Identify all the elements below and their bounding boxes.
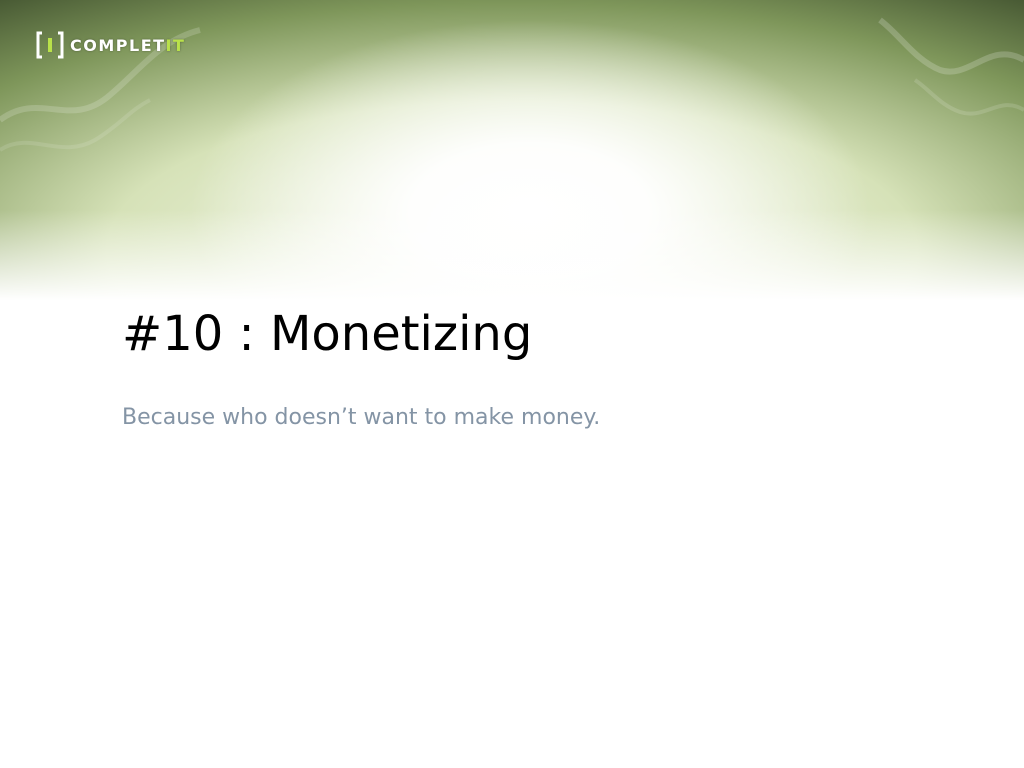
logo-wordmark: COMPLETIT xyxy=(70,36,185,55)
slide-title: #10 : Monetizing xyxy=(122,306,533,362)
logo-bracket-icon xyxy=(36,31,64,59)
slide-subtitle: Because who doesn’t want to make money. xyxy=(122,405,601,430)
logo-wordmark-main: COMPLET xyxy=(70,35,166,55)
company-logo: COMPLETIT xyxy=(36,30,185,60)
header-fade xyxy=(0,210,1024,300)
logo-wordmark-accent: IT xyxy=(165,35,186,55)
slide: COMPLETIT #10 : Monetizing Because who d… xyxy=(0,0,1024,768)
